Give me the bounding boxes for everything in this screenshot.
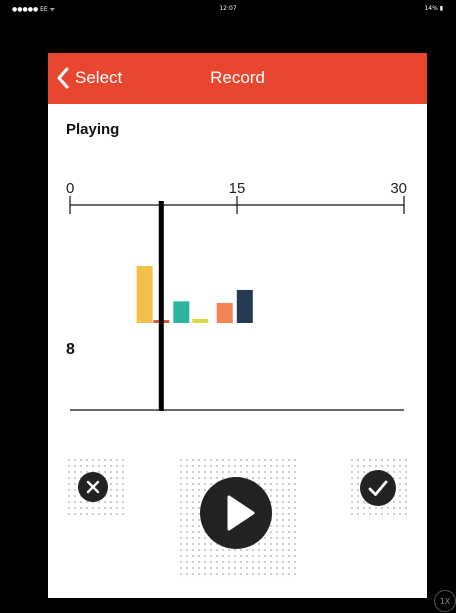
play-button[interactable] (200, 477, 272, 549)
position-counter: 8 (66, 341, 75, 358)
confirm-button[interactable] (360, 470, 396, 506)
zoom-badge[interactable]: 1X (434, 590, 456, 612)
close-icon (86, 480, 100, 494)
audio-level-bar (236, 289, 253, 323)
battery-indicator: 14% ▮ (424, 5, 443, 12)
timeline-chart[interactable]: 0 15 30 (48, 173, 427, 433)
axis-tick-label: 30 (390, 180, 407, 197)
audio-level-bar (173, 301, 190, 323)
axis-tick-label: 15 (229, 180, 246, 197)
status-bar: ●●●●● EE ᯤ 12:07 14% ▮ (0, 0, 456, 18)
nav-bar: Select Record (48, 53, 427, 104)
audio-level-bar (136, 266, 153, 323)
checkmark-icon (368, 480, 388, 496)
page-title: Record (210, 68, 265, 87)
record-screen: Select Record Playing 0 15 30 8 (48, 53, 427, 598)
audio-level-bar (192, 319, 209, 323)
status-time: 12:07 (219, 5, 237, 12)
playback-status: Playing (66, 121, 120, 138)
cancel-button[interactable] (78, 472, 108, 502)
axis-tick-label: 0 (66, 180, 74, 197)
play-icon (227, 495, 255, 531)
audio-level-bar (216, 303, 233, 323)
